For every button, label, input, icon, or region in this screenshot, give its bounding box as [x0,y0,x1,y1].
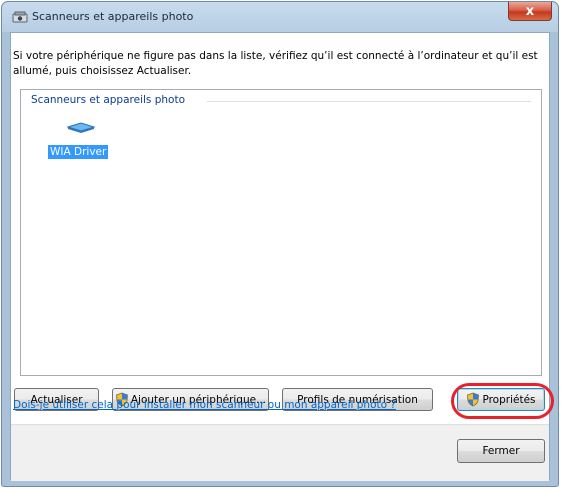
instruction-text: Si votre périphérique ne figure pas dans… [13,50,538,77]
close-icon: x [525,3,535,19]
scanner-icon [66,122,96,133]
window-title: Scanneurs et appareils photo [32,10,194,23]
device-list[interactable]: Scanneurs et appareils photo WIA Driver [20,89,542,376]
group-divider [207,101,531,102]
dialog-content: Si votre périphérique ne figure pas dans… [10,32,554,481]
highlight-annotation [451,383,554,419]
window-close-button[interactable]: x [508,2,552,21]
scanner-camera-icon [12,11,28,23]
dialog-window: Scanneurs et appareils photo x Si votre … [1,1,559,487]
device-label[interactable]: WIA Driver [48,145,109,159]
title-bar[interactable]: Scanneurs et appareils photo x [2,2,558,32]
device-group-title: Scanneurs et appareils photo [31,94,190,106]
close-button[interactable]: Fermer [457,439,545,463]
close-button-label: Fermer [482,445,520,457]
help-link[interactable]: Dois-je utiliser cela pour installer mon… [13,399,396,411]
